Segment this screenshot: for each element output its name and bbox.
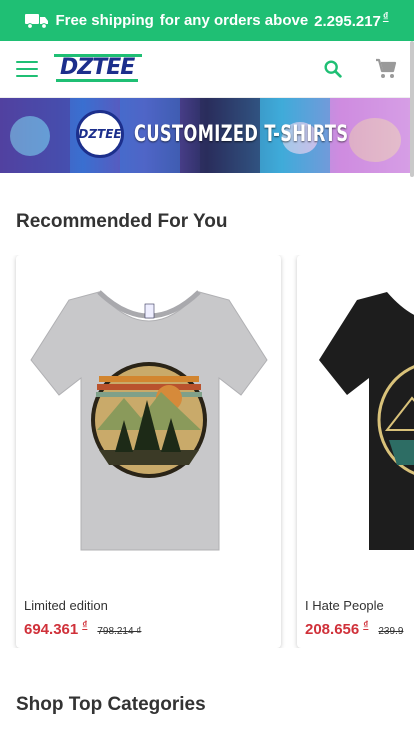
shipping-text: for any orders above <box>159 12 309 29</box>
product-old-price: 798.214 ₫ <box>97 626 142 637</box>
product-carousel[interactable]: Limited edition 694.361 ₫ 798.214 ₫ I Hat… <box>0 255 414 648</box>
shipping-lead: Free shipping <box>55 12 154 29</box>
product-image[interactable] <box>297 255 414 585</box>
recommended-title: Recommended For You <box>16 211 228 232</box>
cart-icon[interactable] <box>374 57 398 81</box>
banner-logo-badge: DZTEE <box>76 110 124 158</box>
search-icon[interactable] <box>322 58 344 80</box>
product-card[interactable]: I Hate People 208.656 ₫ 239.9 <box>297 255 414 648</box>
categories-title: Shop Top Categories <box>16 694 206 715</box>
product-old-price: 239.9 <box>378 626 404 637</box>
product-price: 208.656 ₫ <box>305 620 369 638</box>
product-prices: 694.361 ₫ 798.214 ₫ <box>24 620 141 638</box>
page-scrollbar[interactable] <box>410 41 414 177</box>
product-name[interactable]: I Hate People <box>305 598 384 613</box>
banner-title: CUSTOMIZED T-SHIRTS <box>134 121 349 147</box>
site-header: DZTEE <box>0 41 414 98</box>
product-price: 694.361 ₫ <box>24 620 88 638</box>
truck-icon <box>25 13 49 29</box>
product-name[interactable]: Limited edition <box>24 598 108 613</box>
tshirt-gray-image <box>29 290 268 551</box>
promo-banner[interactable]: DZTEE CUSTOMIZED T-SHIRTS <box>0 98 414 173</box>
site-logo[interactable]: DZTEE <box>53 53 143 82</box>
shipping-amount: 2.295.217 ₫ <box>314 11 389 30</box>
menu-icon[interactable] <box>16 61 38 77</box>
product-image[interactable] <box>16 255 281 585</box>
product-prices: 208.656 ₫ 239.9 <box>305 620 403 638</box>
tshirt-black-image <box>319 292 414 550</box>
free-shipping-bar: Free shipping for any orders above 2.295… <box>0 0 414 41</box>
product-card[interactable]: Limited edition 694.361 ₫ 798.214 ₫ <box>16 255 281 648</box>
